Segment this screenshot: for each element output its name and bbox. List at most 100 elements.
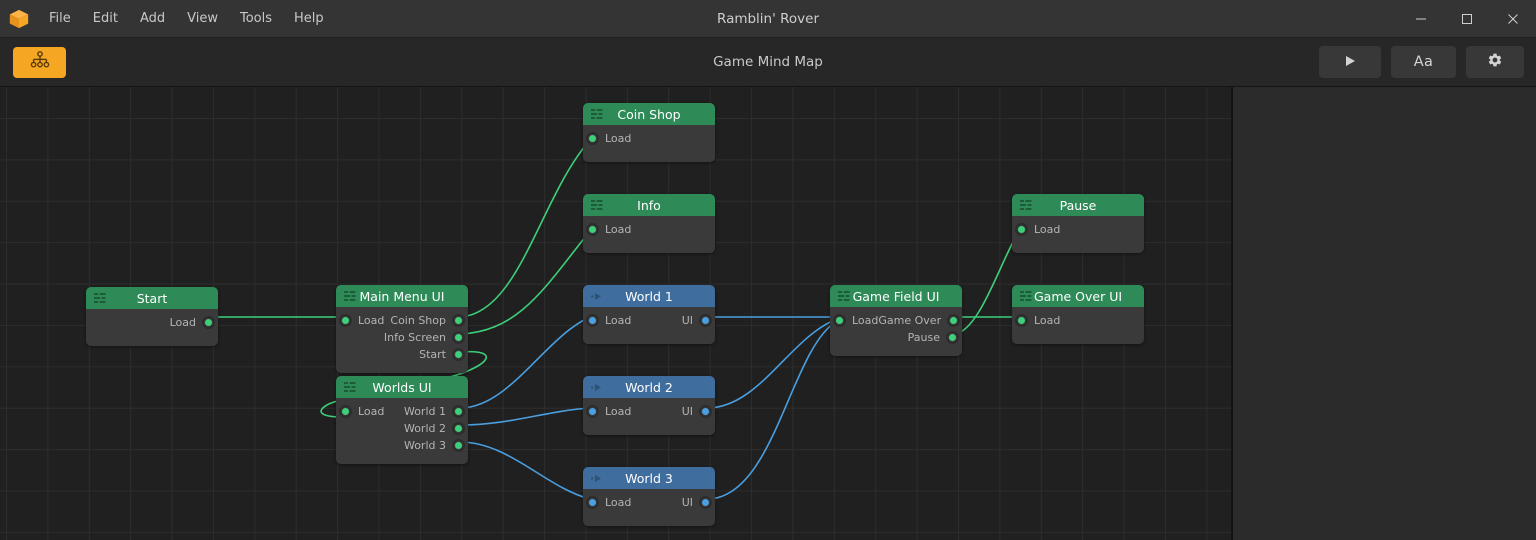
menu-item-edit[interactable]: Edit bbox=[82, 0, 129, 37]
window-controls bbox=[1398, 0, 1536, 37]
node-port-row[interactable]: Load bbox=[583, 130, 715, 147]
node-body: Load UI bbox=[583, 398, 715, 435]
node-port-row[interactable]: World 2 bbox=[336, 420, 468, 437]
node-world-3[interactable]: World 3 Load UI bbox=[583, 467, 715, 526]
title-bar: File Edit Add View Tools Help Ramblin' R… bbox=[0, 0, 1536, 38]
workspace: Start Load Main Menu UI Load Coin Shop I… bbox=[0, 87, 1536, 540]
node-worlds-ui[interactable]: Worlds UI Load World 1 World 2 World 3 bbox=[336, 376, 468, 464]
port-label: Coin Shop bbox=[390, 314, 446, 327]
list-icon bbox=[94, 292, 106, 304]
settings-button[interactable] bbox=[1466, 46, 1524, 78]
input-port-load[interactable] bbox=[339, 314, 352, 327]
list-icon bbox=[344, 290, 356, 302]
input-port-load[interactable] bbox=[586, 496, 599, 509]
node-body: Load Coin Shop Info Screen Start bbox=[336, 307, 468, 373]
node-body: Load World 1 World 2 World 3 bbox=[336, 398, 468, 464]
close-button[interactable] bbox=[1490, 0, 1536, 37]
node-header[interactable]: Game Field UI bbox=[830, 285, 962, 307]
font-button-label: Aa bbox=[1413, 54, 1434, 70]
node-port-row[interactable]: Load UI bbox=[583, 403, 715, 420]
minimize-button[interactable] bbox=[1398, 0, 1444, 37]
output-port-ui[interactable] bbox=[699, 496, 712, 509]
menu-item-add[interactable]: Add bbox=[129, 0, 176, 37]
input-port-load[interactable] bbox=[1015, 314, 1028, 327]
orange-cube-logo bbox=[0, 0, 38, 37]
node-body: Load Game Over Pause bbox=[830, 307, 962, 356]
node-port-row[interactable]: Load bbox=[1012, 221, 1144, 238]
node-body: Load UI bbox=[583, 307, 715, 344]
menu-item-view[interactable]: View bbox=[176, 0, 229, 37]
node-port-row[interactable]: Load Coin Shop bbox=[336, 312, 468, 329]
port-label: World 1 bbox=[403, 405, 446, 418]
port-label: Load bbox=[605, 223, 632, 236]
node-game-over-ui[interactable]: Game Over UI Load bbox=[1012, 285, 1144, 344]
output-port-game-over[interactable] bbox=[947, 314, 961, 327]
node-header[interactable]: World 1 bbox=[583, 285, 715, 307]
port-label: UI bbox=[681, 496, 693, 509]
node-header[interactable]: Pause bbox=[1012, 194, 1144, 216]
node-body: Load bbox=[86, 309, 218, 346]
node-port-row[interactable]: Load UI bbox=[583, 312, 715, 329]
node-header[interactable]: World 2 bbox=[583, 376, 715, 398]
node-header[interactable]: Info bbox=[583, 194, 715, 216]
input-port-load[interactable] bbox=[833, 314, 846, 327]
list-icon bbox=[591, 108, 603, 120]
menu-item-help[interactable]: Help bbox=[283, 0, 335, 37]
node-info[interactable]: Info Load bbox=[583, 194, 715, 253]
play-small-icon bbox=[591, 291, 603, 302]
node-coin-shop[interactable]: Coin Shop Load bbox=[583, 103, 715, 162]
node-port-row[interactable]: World 3 bbox=[336, 437, 468, 454]
output-port-ui[interactable] bbox=[699, 314, 712, 327]
port-label: Info Screen bbox=[383, 331, 446, 344]
node-port-row[interactable]: Info Screen bbox=[336, 329, 468, 346]
output-port-ui[interactable] bbox=[699, 405, 712, 418]
input-port-load[interactable] bbox=[586, 314, 599, 327]
node-port-row[interactable]: Load bbox=[583, 221, 715, 238]
node-port-row[interactable]: Start bbox=[336, 346, 468, 363]
font-settings-button[interactable]: Aa bbox=[1391, 46, 1456, 78]
node-game-field-ui[interactable]: Game Field UI Load Game Over Pause bbox=[830, 285, 962, 356]
output-port-world-2[interactable] bbox=[452, 422, 465, 435]
input-port-load[interactable] bbox=[586, 405, 599, 418]
node-port-row[interactable]: Load UI bbox=[583, 494, 715, 511]
port-label: Start bbox=[419, 348, 446, 361]
node-pause[interactable]: Pause Load bbox=[1012, 194, 1144, 253]
node-start[interactable]: Start Load bbox=[86, 287, 218, 346]
node-main-menu-ui[interactable]: Main Menu UI Load Coin Shop Info Screen … bbox=[336, 285, 468, 373]
input-port-load[interactable] bbox=[586, 223, 599, 236]
output-port-start[interactable] bbox=[452, 348, 465, 361]
output-port-load[interactable] bbox=[202, 316, 215, 329]
node-header[interactable]: Game Over UI bbox=[1012, 285, 1144, 307]
output-port-coin-shop[interactable] bbox=[452, 314, 465, 327]
output-port-info-screen[interactable] bbox=[452, 331, 465, 344]
node-header[interactable]: World 3 bbox=[583, 467, 715, 489]
node-body: Load bbox=[1012, 307, 1144, 344]
input-port-load[interactable] bbox=[586, 132, 599, 145]
node-header[interactable]: Coin Shop bbox=[583, 103, 715, 125]
port-label: Load bbox=[1034, 223, 1061, 236]
port-label: UI bbox=[681, 314, 693, 327]
node-world-1[interactable]: World 1 Load UI bbox=[583, 285, 715, 344]
node-port-row[interactable]: Load Game Over bbox=[830, 312, 962, 329]
node-port-row[interactable]: Load bbox=[86, 314, 218, 331]
mind-map-mode-button[interactable] bbox=[13, 46, 66, 78]
node-header[interactable]: Main Menu UI bbox=[336, 285, 468, 307]
inspector-panel[interactable] bbox=[1233, 87, 1536, 540]
mind-map-canvas[interactable]: Start Load Main Menu UI Load Coin Shop I… bbox=[0, 87, 1233, 540]
node-port-row[interactable]: Load bbox=[1012, 312, 1144, 329]
run-button[interactable] bbox=[1319, 46, 1381, 78]
node-port-row[interactable]: Load World 1 bbox=[336, 403, 468, 420]
node-header[interactable]: Start bbox=[86, 287, 218, 309]
output-port-pause[interactable] bbox=[946, 331, 959, 344]
maximize-button[interactable] bbox=[1444, 0, 1490, 37]
input-port-load[interactable] bbox=[1015, 223, 1028, 236]
node-header[interactable]: Worlds UI bbox=[336, 376, 468, 398]
node-world-2[interactable]: World 2 Load UI bbox=[583, 376, 715, 435]
output-port-world-1[interactable] bbox=[452, 405, 465, 418]
input-port-load[interactable] bbox=[339, 405, 352, 418]
menu-item-tools[interactable]: Tools bbox=[229, 0, 283, 37]
menu-item-file[interactable]: File bbox=[38, 0, 82, 37]
node-port-row[interactable]: Pause bbox=[830, 329, 962, 346]
toolbar: Game Mind Map Aa bbox=[0, 38, 1536, 87]
output-port-world-3[interactable] bbox=[452, 439, 465, 452]
